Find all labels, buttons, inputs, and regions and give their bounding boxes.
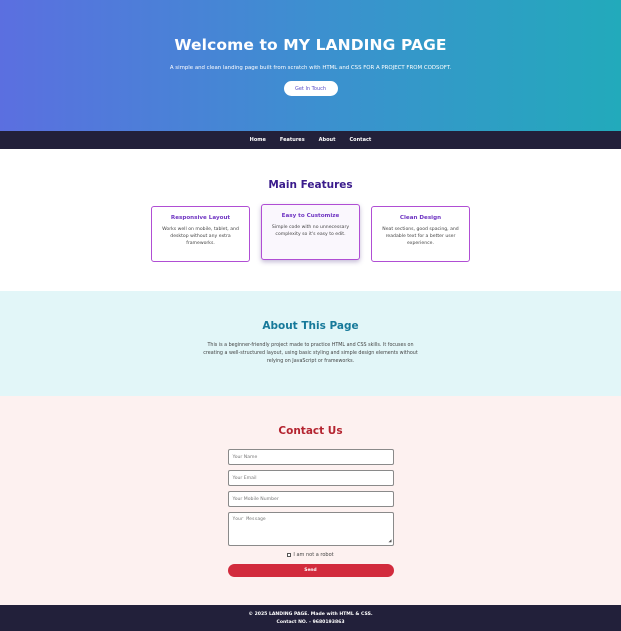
nav-item-features[interactable]: Features	[280, 137, 305, 143]
features-heading: Main Features	[268, 179, 353, 191]
footer-contact-number: Contact NO. - 9680193863	[276, 619, 345, 625]
mobile-input[interactable]: Your Mobile Number	[227, 491, 394, 507]
about-section: About This Page This is a beginner-frien…	[0, 291, 621, 396]
feature-card-title: Responsive Layout	[170, 215, 231, 221]
about-body: This is a beginner-friendly project made…	[203, 343, 418, 364]
contact-heading: Contact Us	[278, 425, 343, 437]
message-placeholder: Your Message	[232, 517, 266, 522]
contact-section: Contact Us Your Name Your Email Your Mob…	[0, 396, 621, 605]
message-textarea[interactable]: Your Message ◢	[227, 512, 394, 546]
nav-item-contact[interactable]: Contact	[350, 137, 372, 143]
feature-card-desc: Simple code with no unnecessary complexi…	[271, 225, 350, 238]
feature-card-title: Easy to Customize	[281, 213, 340, 219]
nav-item-about[interactable]: About	[319, 137, 336, 143]
features-section: Main Features Responsive Layout Works we…	[0, 149, 621, 291]
hero-subtitle: A simple and clean landing page built fr…	[169, 65, 452, 71]
hero-title: Welcome to MY LANDING PAGE	[174, 36, 447, 54]
footer: © 2025 LANDING PAGE. Made with HTML & CS…	[0, 605, 621, 631]
feature-cards: Responsive Layout Works well on mobile, …	[151, 204, 470, 262]
feature-card-customize: Easy to Customize Simple code with no un…	[261, 204, 360, 260]
name-input[interactable]: Your Name	[227, 449, 394, 465]
robot-checkbox[interactable]	[287, 553, 292, 557]
get-in-touch-button[interactable]: Get In Touch	[283, 81, 338, 96]
feature-card-design: Clean Design Neat sections, good spacing…	[371, 206, 470, 262]
about-heading: About This Page	[262, 320, 359, 332]
feature-card-desc: Works well on mobile, tablet, and deskto…	[162, 227, 239, 247]
feature-card-desc: Neat sections, good spacing, and readabl…	[382, 227, 459, 247]
email-input[interactable]: Your Email	[227, 470, 394, 486]
robot-check: I am not a robot	[287, 552, 334, 558]
nav-bar: Home Features About Contact	[0, 131, 621, 149]
nav-item-home[interactable]: Home	[250, 137, 266, 143]
footer-copyright: © 2025 LANDING PAGE. Made with HTML & CS…	[248, 611, 373, 617]
hero-section: Welcome to MY LANDING PAGE A simple and …	[0, 0, 621, 131]
resize-grip-icon[interactable]: ◢	[388, 539, 391, 544]
send-button[interactable]: Send	[227, 564, 394, 577]
robot-label: I am not a robot	[293, 552, 334, 558]
feature-card-responsive: Responsive Layout Works well on mobile, …	[151, 206, 250, 262]
feature-card-title: Clean Design	[399, 215, 442, 221]
